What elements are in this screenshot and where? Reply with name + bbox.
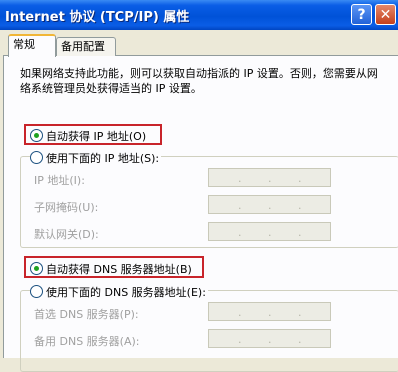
radio-button[interactable] — [30, 129, 43, 142]
radio-button[interactable] — [30, 285, 43, 298]
subnet-mask-label: 子网掩码(U): — [34, 201, 99, 214]
ip-address-input[interactable]: ... — [208, 168, 331, 187]
alternate-dns-label: 备用 DNS 服务器(A): — [34, 335, 140, 348]
alternate-dns-input[interactable]: ... — [208, 329, 331, 348]
ip-address-label: IP 地址(I): — [34, 174, 85, 187]
default-gateway-label: 默认网关(D): — [34, 228, 99, 241]
tab-general[interactable]: 常规 — [8, 34, 56, 57]
radio-auto-ip-label: 自动获得 IP 地址(O) — [46, 130, 147, 143]
preferred-dns-input[interactable]: ... — [208, 302, 331, 321]
title-bar[interactable]: Internet 协议 (TCP/IP) 属性 ? ✕ — [0, 0, 398, 30]
radio-auto-dns-label: 自动获得 DNS 服务器地址(B) — [46, 263, 192, 276]
radio-button[interactable] — [30, 151, 43, 164]
close-button[interactable]: ✕ — [375, 4, 396, 25]
radio-manual-dns[interactable]: 使用下面的 DNS 服务器地址(E): — [30, 284, 208, 300]
subnet-mask-input[interactable]: ... — [208, 195, 331, 214]
radio-manual-dns-label: 使用下面的 DNS 服务器地址(E): — [46, 286, 206, 299]
default-gateway-input[interactable]: ... — [208, 222, 331, 241]
radio-manual-ip-label: 使用下面的 IP 地址(S): — [46, 152, 160, 165]
window-title: Internet 协议 (TCP/IP) 属性 — [5, 10, 190, 25]
radio-auto-dns[interactable]: 自动获得 DNS 服务器地址(B) — [30, 261, 192, 277]
description-text: 如果网络支持此功能，则可以获取自动指派的 IP 设置。否则，您需要从网络系统管理… — [20, 67, 378, 95]
radio-manual-ip[interactable]: 使用下面的 IP 地址(S): — [30, 150, 162, 166]
radio-auto-ip[interactable]: 自动获得 IP 地址(O) — [30, 128, 146, 144]
help-button[interactable]: ? — [351, 4, 372, 25]
radio-button[interactable] — [30, 262, 43, 275]
tab-alternate-config[interactable]: 备用配置 — [56, 37, 116, 56]
preferred-dns-label: 首选 DNS 服务器(P): — [34, 308, 139, 321]
